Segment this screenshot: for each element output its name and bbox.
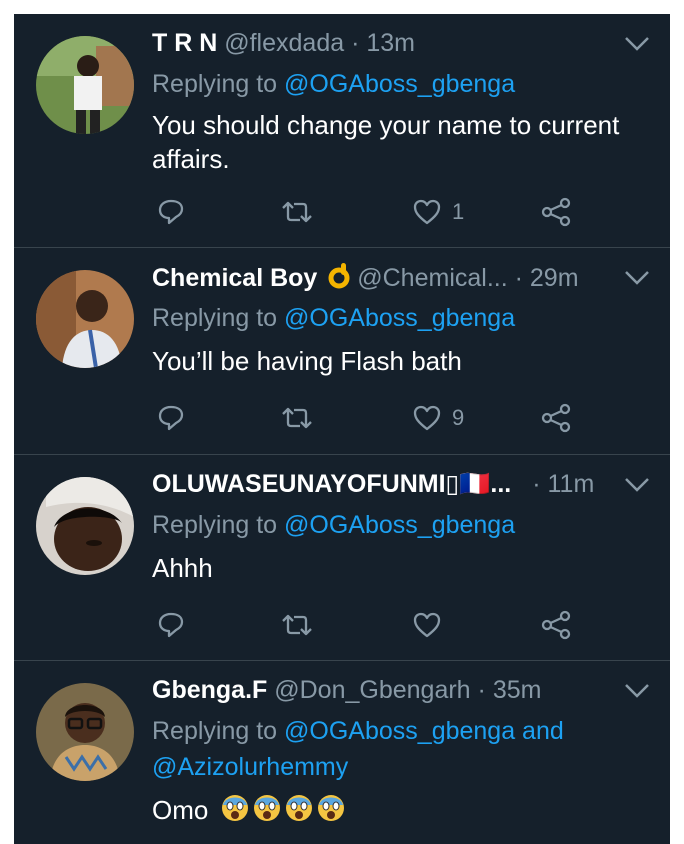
replies-feed: T R N @flexdada · 13m Replying to @OGAbo… xyxy=(14,14,670,844)
screaming-face-emoji xyxy=(220,793,348,831)
reply-button[interactable] xyxy=(156,605,186,645)
reply-button[interactable] xyxy=(156,192,186,232)
avatar[interactable] xyxy=(36,477,134,575)
tweet-text: Omo xyxy=(152,793,652,831)
replying-to-line: Replying to @OGAboss_gbenga and @Azizolu… xyxy=(152,713,642,785)
user-handle[interactable]: @Don_Gbengarh xyxy=(274,676,470,704)
share-button[interactable] xyxy=(540,192,572,232)
chevron-down-icon[interactable] xyxy=(624,270,650,286)
like-button[interactable] xyxy=(412,605,452,645)
separator: · xyxy=(514,264,523,293)
replying-prefix: Replying to xyxy=(152,304,278,332)
like-button[interactable]: 9 xyxy=(412,398,464,438)
tweet-text-content: Omo xyxy=(152,795,209,825)
user-handle[interactable]: @Chemical... xyxy=(357,264,507,292)
tweet-header: T R N @flexdada · 13m xyxy=(152,28,415,58)
reply-tweet[interactable]: Chemical Boy @Chemical... · 29m Replying… xyxy=(14,248,670,454)
share-icon xyxy=(541,610,571,640)
user-handle[interactable]: @flexdada xyxy=(224,29,344,57)
reply-button[interactable] xyxy=(156,398,186,438)
timestamp[interactable]: 13m xyxy=(366,29,415,57)
timestamp[interactable]: 35m xyxy=(493,676,542,704)
tweet-header: Chemical Boy @Chemical... · 29m xyxy=(152,262,579,292)
separator: · xyxy=(532,470,541,498)
timestamp[interactable]: 11m xyxy=(548,470,595,498)
replying-prefix: Replying to xyxy=(152,70,278,98)
heart-icon xyxy=(413,199,441,225)
reply-tweet[interactable]: OLUWASEUNAYOFUNMI▯🇫🇷... · 11m Replying t… xyxy=(14,455,670,660)
separator: · xyxy=(351,29,360,57)
display-name[interactable]: Gbenga.F xyxy=(152,676,267,704)
replying-prefix: Replying to xyxy=(152,717,278,745)
heart-icon xyxy=(413,405,441,431)
like-count: 1 xyxy=(452,199,465,224)
retweet-icon xyxy=(282,201,312,223)
tweet-header: OLUWASEUNAYOFUNMI▯🇫🇷... · 11m xyxy=(152,469,594,499)
action-bar xyxy=(14,605,670,645)
reply-icon xyxy=(158,405,184,431)
replying-prefix: Replying to xyxy=(152,511,278,539)
share-icon xyxy=(541,197,571,227)
avatar[interactable] xyxy=(36,683,134,781)
chevron-down-icon[interactable] xyxy=(624,683,650,699)
mention-link[interactable]: @OGAboss_gbenga xyxy=(284,70,515,98)
replying-to-line: Replying to @OGAboss_gbenga xyxy=(152,510,642,540)
retweet-button[interactable] xyxy=(280,605,314,645)
tweet-text: You’ll be having Flash bath xyxy=(152,346,462,376)
retweet-icon xyxy=(282,614,312,636)
reply-tweet[interactable]: Gbenga.F @Don_Gbengarh · 35m Replying to… xyxy=(14,661,670,844)
replying-to-line: Replying to @OGAboss_gbenga xyxy=(152,303,642,333)
action-bar: 9 xyxy=(14,398,670,438)
chevron-down-icon[interactable] xyxy=(624,36,650,52)
tweet-text: Ahhh xyxy=(152,553,213,583)
display-name[interactable]: T R N xyxy=(152,29,217,57)
retweet-icon xyxy=(282,407,312,429)
like-count: 9 xyxy=(452,405,465,430)
avatar[interactable] xyxy=(36,36,134,134)
display-name[interactable]: OLUWASEUNAYOFUNMI▯🇫🇷... xyxy=(152,470,511,498)
action-bar: 1 xyxy=(14,192,670,232)
reply-icon xyxy=(158,612,184,638)
heart-icon xyxy=(413,612,441,638)
chevron-down-icon[interactable] xyxy=(624,477,650,493)
mention-link[interactable]: @OGAboss_gbenga xyxy=(284,304,515,332)
tweet-header: Gbenga.F @Don_Gbengarh · 35m xyxy=(152,675,541,705)
retweet-button[interactable] xyxy=(280,192,314,232)
ok-hand-emoji xyxy=(328,262,350,297)
reply-icon xyxy=(158,199,184,225)
like-button[interactable]: 1 xyxy=(412,192,464,232)
retweet-button[interactable] xyxy=(280,398,314,438)
reply-tweet[interactable]: T R N @flexdada · 13m Replying to @OGAbo… xyxy=(14,14,670,246)
display-name[interactable]: Chemical Boy xyxy=(152,264,317,292)
share-button[interactable] xyxy=(540,398,572,438)
share-icon xyxy=(541,403,571,433)
tweet-text: You should change your name to current a… xyxy=(152,110,620,174)
separator: · xyxy=(477,676,486,704)
mention-link[interactable]: @OGAboss_gbenga xyxy=(284,511,515,539)
timestamp[interactable]: 29m xyxy=(530,264,579,292)
avatar[interactable] xyxy=(36,270,134,368)
share-button[interactable] xyxy=(540,605,572,645)
replying-to-line: Replying to @OGAboss_gbenga xyxy=(152,69,642,99)
